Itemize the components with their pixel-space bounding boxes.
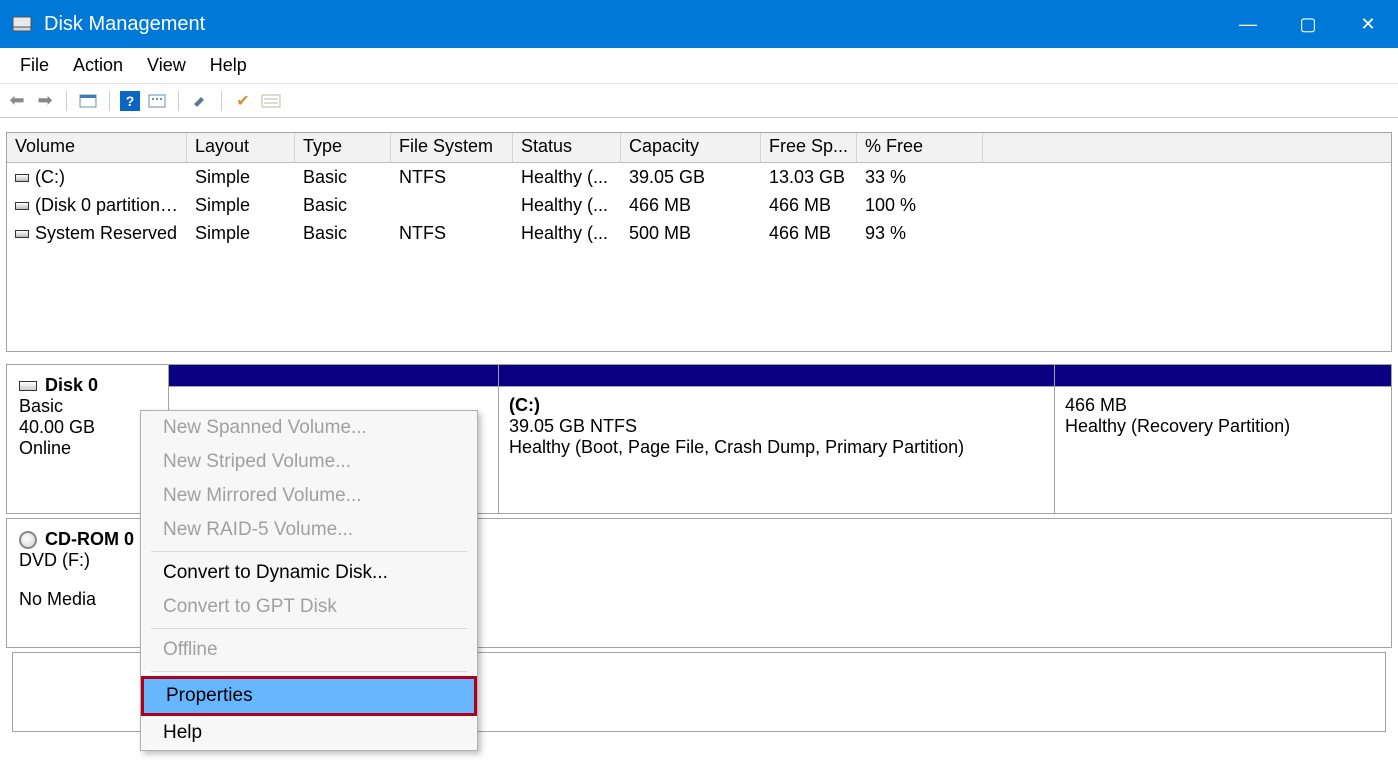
partition-status: Healthy (Boot, Page File, Crash Dump, Pr… (509, 437, 1044, 458)
menu-help[interactable]: Help (141, 716, 477, 750)
show-hide-console-icon[interactable] (77, 90, 99, 112)
toolbar-separator (221, 91, 222, 111)
disk-type: Basic (19, 396, 156, 417)
table-header: Volume Layout Type File System Status Ca… (7, 133, 1391, 163)
toolbar-separator (66, 91, 67, 111)
forward-button[interactable]: ➡ (34, 90, 56, 112)
partition-status: Healthy (Recovery Partition) (1065, 416, 1381, 437)
partition-size: 466 MB (1065, 395, 1381, 416)
menu-help[interactable]: Help (198, 51, 259, 80)
menu-item[interactable]: New Mirrored Volume... (141, 479, 477, 513)
partition-recovery[interactable]: 466 MB Healthy (Recovery Partition) (1055, 365, 1391, 513)
window-title: Disk Management (44, 13, 205, 36)
brush-icon[interactable] (189, 90, 211, 112)
partition-bar (169, 365, 498, 387)
col-layout[interactable]: Layout (187, 133, 295, 162)
disk-name: CD-ROM 0 (45, 529, 134, 549)
table-row[interactable]: (C:)SimpleBasicNTFSHealthy (...39.05 GB1… (7, 163, 1391, 191)
highlight-annotation: Properties (141, 676, 477, 716)
menu-offline[interactable]: Offline (141, 633, 477, 667)
check-icon[interactable]: ✔ (232, 90, 254, 112)
window-controls: — ▢ ✕ (1218, 0, 1398, 48)
table-row[interactable]: System ReservedSimpleBasicNTFSHealthy (.… (7, 219, 1391, 247)
toolbar-separator (109, 91, 110, 111)
partition-body (169, 387, 498, 403)
toolbar: ⬅ ➡ ? ✔ (0, 84, 1398, 118)
cdrom-icon (19, 531, 37, 549)
disk-state: Online (19, 438, 156, 459)
disk-name: Disk 0 (45, 375, 98, 395)
back-button[interactable]: ⬅ (6, 90, 28, 112)
minimize-button[interactable]: — (1218, 0, 1278, 48)
context-menu: New Spanned Volume...New Striped Volume.… (140, 410, 478, 751)
partition-bar (1055, 365, 1391, 387)
toolbar-separator (178, 91, 179, 111)
menu-item[interactable]: Convert to Dynamic Disk... (141, 556, 477, 590)
app-icon (10, 12, 34, 36)
close-button[interactable]: ✕ (1338, 0, 1398, 48)
col-pctfree[interactable]: % Free (857, 133, 983, 162)
table-body: (C:)SimpleBasicNTFSHealthy (...39.05 GB1… (7, 163, 1391, 351)
col-spacer (983, 133, 1391, 162)
partition-size: 39.05 GB NTFS (509, 416, 1044, 437)
help-icon[interactable]: ? (120, 91, 140, 111)
menu-item[interactable]: New RAID-5 Volume... (141, 513, 477, 547)
volume-icon (15, 174, 29, 182)
menu-separator (151, 628, 467, 629)
volume-icon (15, 202, 29, 210)
menu-bar: File Action View Help (0, 48, 1398, 84)
disk-icon (19, 381, 37, 391)
col-freespace[interactable]: Free Sp... (761, 133, 857, 162)
table-row[interactable]: (Disk 0 partition 3)SimpleBasicHealthy (… (7, 191, 1391, 219)
maximize-button[interactable]: ▢ (1278, 0, 1338, 48)
partition-bar (499, 365, 1054, 387)
partition-c[interactable]: (C:) 39.05 GB NTFS Healthy (Boot, Page F… (499, 365, 1055, 513)
volume-icon (15, 230, 29, 238)
disk-state: No Media (19, 589, 156, 610)
volume-list: Volume Layout Type File System Status Ca… (6, 132, 1392, 352)
menu-item[interactable]: New Spanned Volume... (141, 411, 477, 445)
col-volume[interactable]: Volume (7, 133, 187, 162)
menu-properties[interactable]: Properties (144, 679, 474, 713)
menu-file[interactable]: File (8, 51, 61, 80)
menu-item[interactable]: Convert to GPT Disk (141, 590, 477, 624)
partition-name: (C:) (509, 395, 1044, 416)
col-capacity[interactable]: Capacity (621, 133, 761, 162)
menu-item[interactable]: New Striped Volume... (141, 445, 477, 479)
col-filesystem[interactable]: File System (391, 133, 513, 162)
col-status[interactable]: Status (513, 133, 621, 162)
menu-separator (151, 671, 467, 672)
col-type[interactable]: Type (295, 133, 391, 162)
menu-view[interactable]: View (135, 51, 198, 80)
settings-icon[interactable] (146, 90, 168, 112)
menu-separator (151, 551, 467, 552)
list-icon[interactable] (260, 90, 282, 112)
disk-type: DVD (F:) (19, 550, 156, 571)
menu-action[interactable]: Action (61, 51, 135, 80)
disk-size: 40.00 GB (19, 417, 156, 438)
title-bar: Disk Management — ▢ ✕ (0, 0, 1398, 48)
